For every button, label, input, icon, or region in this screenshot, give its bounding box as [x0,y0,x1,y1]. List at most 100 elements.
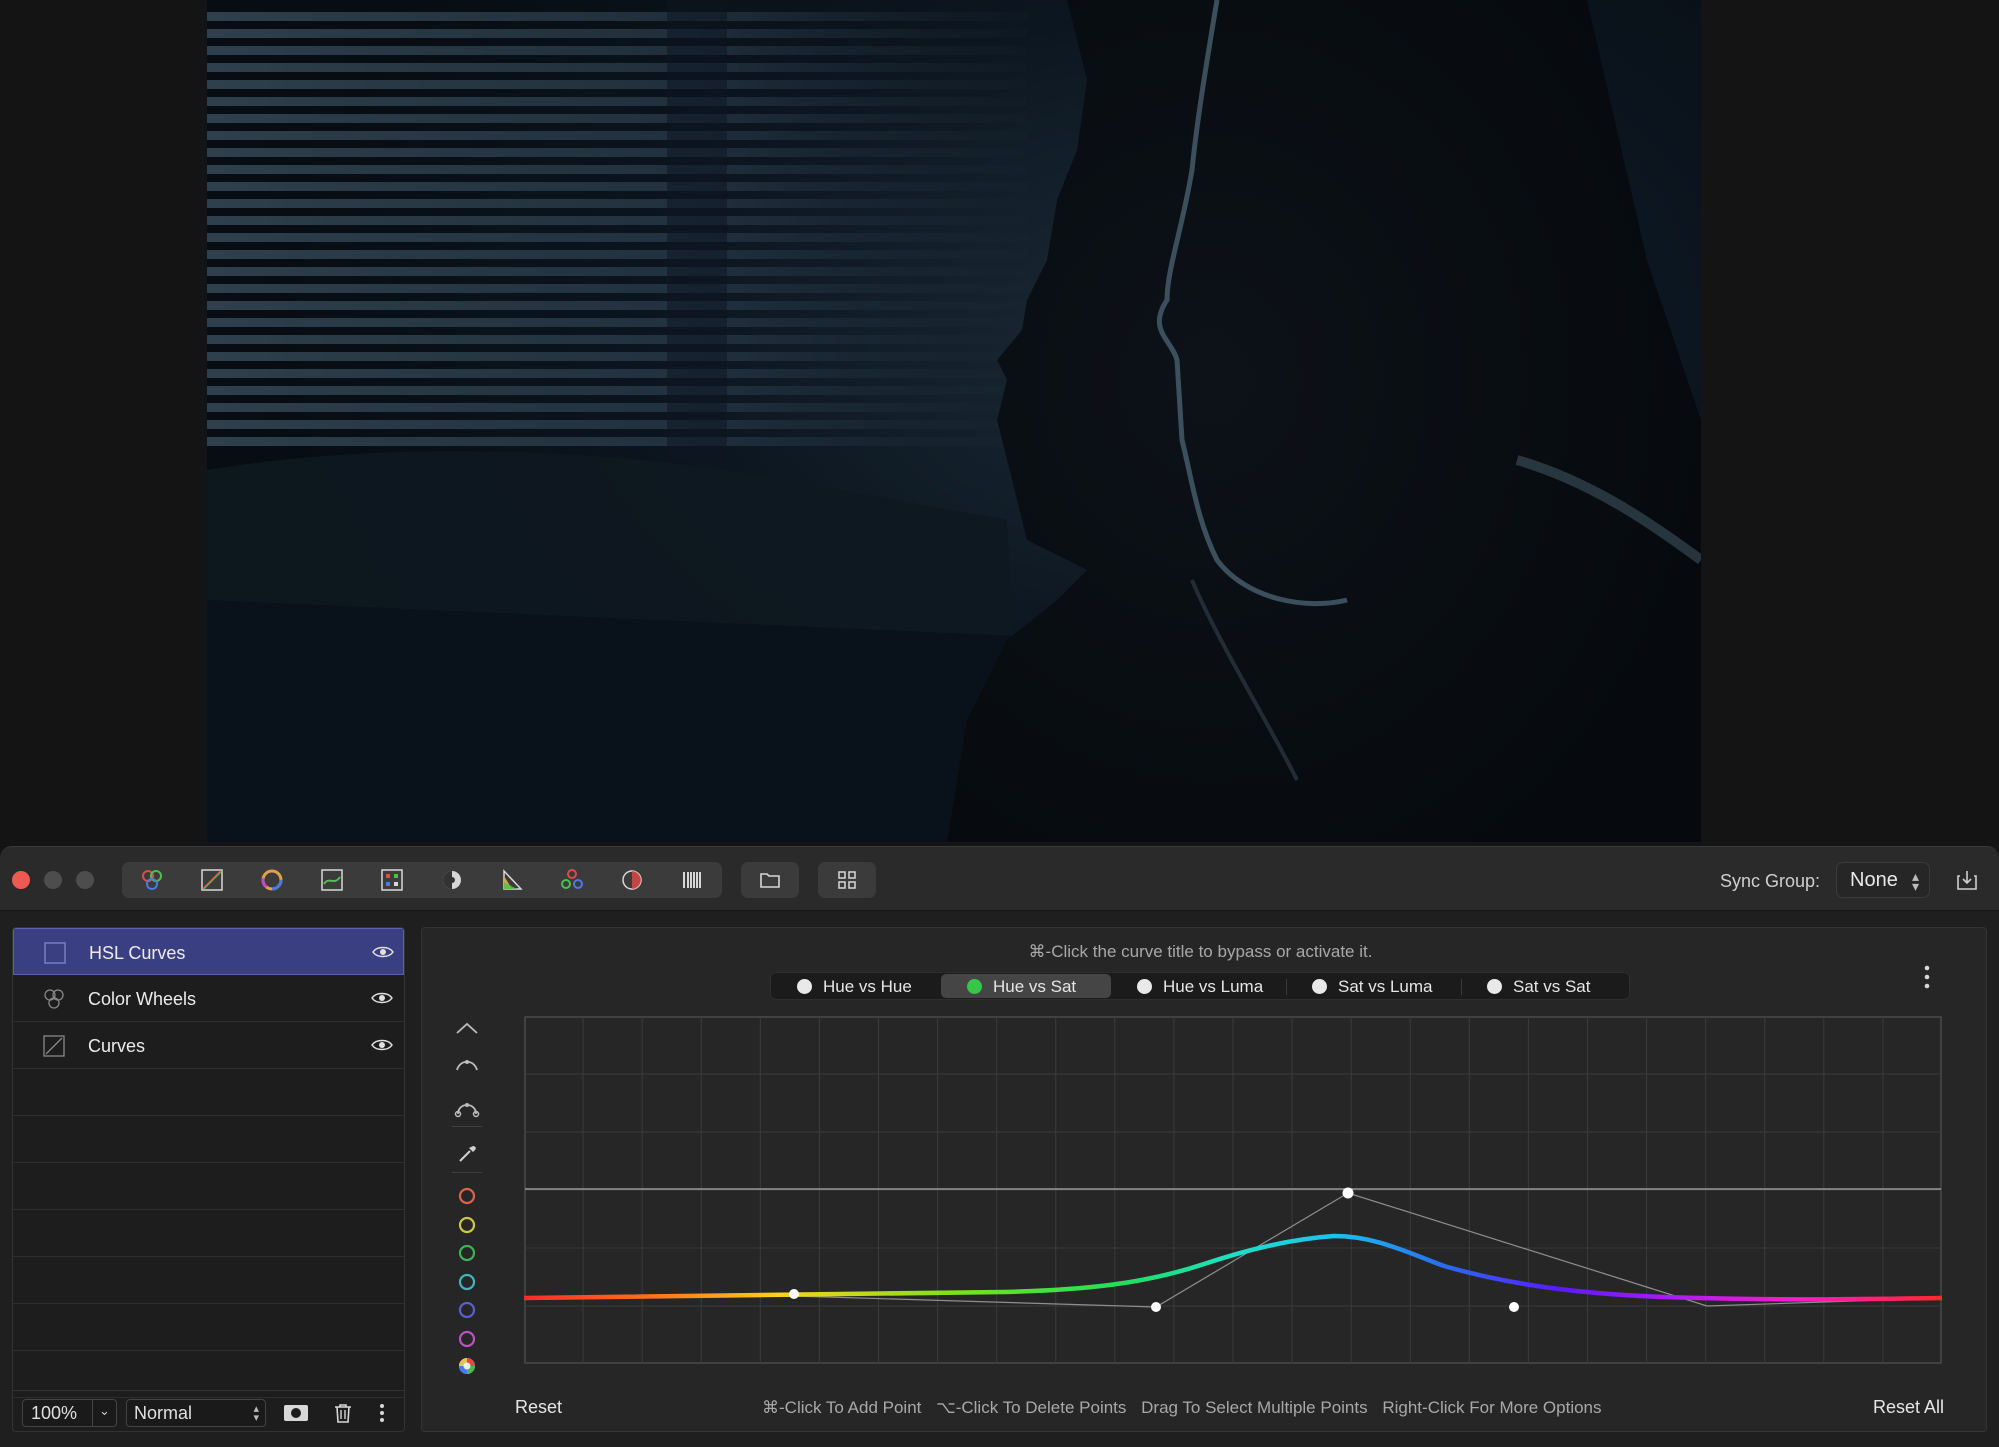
close-window-button[interactable] [12,871,30,889]
curve-toggle-dot[interactable] [1312,979,1327,994]
curve-toggle-dot[interactable] [797,979,812,994]
grid-view-button[interactable] [818,862,876,898]
tab-sat-vs-luma[interactable]: Sat vs Luma [1286,974,1461,998]
color-board-tool-button[interactable] [242,862,302,898]
blind-slat [207,148,1027,157]
tab-hue-vs-luma[interactable]: Hue vs Luma [1111,974,1286,998]
updown-chevron-icon: ▴ ▾ [1911,868,1919,894]
tab-label: Hue vs Luma [1163,977,1264,996]
hsl-tool-button[interactable] [482,862,542,898]
lut-tool-button[interactable] [362,862,422,898]
luma-curve-tool-button[interactable] [302,862,362,898]
hue-ring-icon [458,1216,476,1233]
more-options-icon[interactable] [377,1402,387,1424]
viewer [0,0,1999,842]
all-colors-swatch[interactable] [452,1354,482,1378]
mask-icon[interactable] [283,1402,309,1424]
hue-swatch-button[interactable] [452,1241,482,1265]
tab-label: Hue vs Sat [993,977,1077,996]
bezier-tool[interactable] [452,1096,482,1120]
empty-layer-slot [13,1116,404,1163]
curve-type-tabs: Hue vs Hue Hue vs Sat Hue vs Luma Sat vs… [770,972,1630,1000]
blind-slat [207,12,1027,21]
layers-footer: 100% ⌄ Normal ▴ ▾ [13,1390,404,1431]
divider [452,1172,482,1173]
blind-slat [207,284,1027,293]
more-options-icon[interactable] [1922,964,1932,992]
curves-tool-button[interactable] [182,862,242,898]
layer-row-color-wheels[interactable]: Color Wheels [13,975,404,1022]
curve-toggle-dot[interactable] [967,979,982,994]
eye-icon[interactable] [372,945,394,959]
curve-control-point[interactable] [789,1289,799,1299]
hue-swatch-button[interactable] [452,1298,482,1322]
color-wheels-tool-button[interactable] [122,862,182,898]
peak-icon [456,1022,478,1034]
blind-slat [207,386,1027,395]
blind-slat [207,437,1027,446]
vignette-tool-button[interactable] [602,862,662,898]
blind-slat [207,216,1027,225]
blind-slat [207,335,1027,344]
hue-swatch-button[interactable] [452,1213,482,1237]
empty-layer-slot [13,1163,404,1210]
blend-mode-select[interactable]: Normal ▴ ▾ [126,1399,266,1427]
layer-row-curves[interactable]: Curves [13,1022,404,1069]
color-channels-tool-button[interactable] [542,862,602,898]
bypass-hint: ⌘-Click the curve title to bypass or act… [1028,942,1373,961]
zoom-dropdown[interactable]: 100% ⌄ [22,1399,117,1427]
tab-label: Hue vs Hue [823,977,912,996]
exposure-tool-button[interactable] [422,862,482,898]
folder-button[interactable] [741,862,799,898]
curve-graph[interactable] [524,1016,1942,1364]
hue-swatch-button[interactable] [452,1327,482,1351]
blind-slat [207,63,1027,72]
blind-slat [207,352,1027,361]
grid-button-group [818,862,876,898]
hue-swatch-button[interactable] [452,1270,482,1294]
blind-slat [207,318,1027,327]
layer-row-hsl-curves[interactable]: HSL Curves [13,928,404,975]
smooth-curve-tool[interactable] [452,1052,482,1076]
eye-icon[interactable] [371,991,393,1005]
lut-icon [381,869,403,891]
panel-toolbar: Sync Group: None ▴ ▾ [0,847,1999,911]
tab-sat-vs-sat[interactable]: Sat vs Sat [1461,974,1629,998]
reset-all-button[interactable]: Reset All [1873,1397,1944,1418]
browse-button-group [741,862,799,898]
curve-control-point[interactable] [1342,1187,1354,1199]
tab-hue-vs-sat[interactable]: Hue vs Sat [941,974,1111,998]
curve-control-point[interactable] [1151,1302,1161,1312]
blind-slat [207,97,1027,106]
film-grain-tool-button[interactable] [662,862,722,898]
grid-icon [838,871,856,889]
blind-slat [207,131,1027,140]
instruction-more-options: Right-Click For More Options [1382,1398,1602,1417]
blind-slat [207,80,1027,89]
layer-name: Color Wheels [88,989,197,1009]
empty-layer-slot [13,1257,404,1304]
minimize-window-button[interactable] [44,871,62,889]
hue-ring-icon [458,1187,476,1205]
peak-point-tool[interactable] [452,1016,482,1040]
curves-icon [43,1035,65,1057]
trash-icon[interactable] [330,1402,356,1424]
empty-layer-slot [13,1210,404,1257]
sync-group-label: Sync Group: [1720,871,1821,891]
color-spectrum-icon [459,1358,475,1374]
instructions: ⌘-Click To Add Point ⌥-Click To Delete P… [762,1398,1612,1418]
eyedropper-tool[interactable] [452,1142,482,1166]
maximize-window-button[interactable] [76,871,94,889]
curve-toggle-dot[interactable] [1487,979,1502,994]
hsl-curves-panel: ⌘-Click the curve title to bypass or act… [421,927,1987,1432]
reset-button[interactable]: Reset [515,1397,562,1418]
curve-toggle-dot[interactable] [1137,979,1152,994]
tab-hue-vs-hue[interactable]: Hue vs Hue [771,974,941,998]
eye-icon[interactable] [371,1038,393,1052]
sync-group-select[interactable]: None ▴ ▾ [1836,862,1930,898]
curve-control-point[interactable] [1509,1302,1519,1312]
blind-slat [207,165,1027,174]
hue-swatch-button[interactable] [452,1184,482,1208]
export-icon[interactable] [1955,869,1979,891]
blind-slat [207,114,1027,123]
